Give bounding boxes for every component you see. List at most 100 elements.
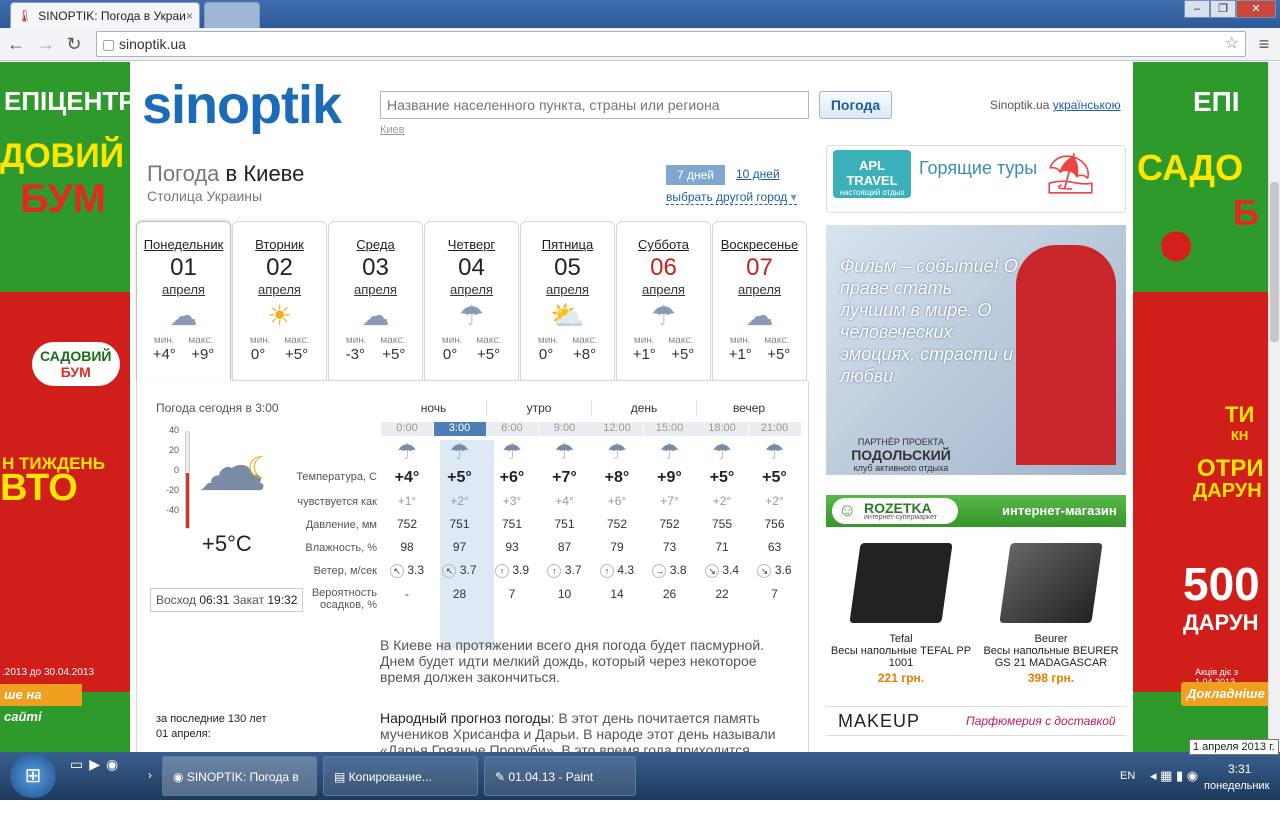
tab-10-days[interactable]: 10 дней [736, 167, 780, 181]
max-temp: +5° [284, 346, 309, 363]
product-price: 398 грн. [1027, 671, 1075, 685]
tours-ad[interactable]: APL TRAVEL настоящий отдых Горящие туры … [826, 145, 1126, 213]
weather-icon: ☀ [266, 300, 293, 331]
day-tab[interactable]: Вторник 02 апреля ☀ мин. макс. 0° +5° [232, 221, 327, 381]
day-tab[interactable]: Четверг 04 апреля ☂ мин. макс. 0° +5° [424, 221, 519, 381]
humidity-cell: 93 [505, 540, 519, 554]
chrome-icon[interactable]: ◉ [106, 756, 124, 772]
max-temp: +5° [767, 346, 791, 363]
left-banner-ad[interactable]: ЕПІЦЕНТР ДОВИЙ БУМ САДОВИЙ БУМ Н ТИЖДЕНЬ… [0, 62, 130, 752]
media-icon[interactable]: ▶ [89, 756, 106, 772]
tours-logo: APL TRAVEL настоящий отдых [833, 150, 911, 198]
clock-time[interactable]: 3:31 [1228, 762, 1251, 776]
close-icon[interactable]: × [186, 9, 193, 23]
time-label[interactable]: 9:00 [538, 422, 591, 436]
wind-speed: 3.8 [669, 563, 687, 577]
change-city-link[interactable]: выбрать другой город ▾ [666, 190, 797, 205]
tray-icons[interactable]: ◂ ▦ ▮ ◉ [1150, 768, 1198, 784]
day-date: 04 [458, 254, 485, 281]
thermometer-fill [186, 473, 189, 528]
time-label[interactable]: 3:00 [433, 422, 486, 436]
precip-label-2: осадков, % [320, 599, 377, 611]
ad-ti: ТИ [1225, 402, 1255, 427]
feels-cell: +2° [450, 494, 469, 508]
desktop-icon[interactable]: ▭ [70, 756, 89, 772]
time-label[interactable]: 6:00 [486, 422, 538, 436]
row-label-humidity: Влажность, % [305, 542, 377, 554]
day-month: апреля [450, 282, 493, 297]
day-month: апреля [546, 282, 589, 297]
row-label-precip: Вероятность осадков, % [273, 587, 377, 611]
forward-button[interactable]: → [34, 32, 58, 56]
start-button[interactable]: ⊞ [10, 754, 56, 798]
min-temp: 0° [538, 346, 554, 363]
page-scrollbar[interactable] [1268, 62, 1280, 752]
day-date: 03 [362, 254, 389, 281]
cloud-rain-icon: ☂ [764, 439, 785, 464]
day-tab[interactable]: Воскресенье 07 апреля ☁ мин. макс. +1° +5° [712, 221, 807, 381]
time-label[interactable]: 12:00 [591, 422, 643, 436]
partner-sub: клуб активного отдыха [853, 463, 949, 473]
maximize-button[interactable]: ❐ [1210, 0, 1236, 18]
rozetka-ad[interactable]: ☺ ROZETKA интернет-супермаркет интернет-… [826, 495, 1126, 527]
wind-speed: 3.7 [459, 563, 477, 577]
ad-otri: ОТРИ [1197, 455, 1264, 482]
day-tab[interactable]: Среда 03 апреля ☁ мин. макс. -3° +5° [328, 221, 423, 381]
product-card[interactable]: Beurer Весы напольные BEURER GS 21 MADAGA… [976, 537, 1126, 687]
smile-icon: ☺ [838, 500, 857, 520]
new-tab-button[interactable] [204, 2, 260, 28]
recent-city-link[interactable]: Киев [380, 124, 405, 136]
tab-7-days[interactable]: 7 дней [666, 165, 725, 185]
taskbar-paint[interactable]: ✎ 01.04.13 - Paint [484, 756, 636, 796]
scale-label: -40 [165, 505, 179, 515]
tours-logo-text: APL TRAVEL [846, 158, 898, 188]
wind-arrow-icon: → [652, 564, 667, 578]
today-panel: Погода сегодня в 3:00 40 20 0 -20 -40 ☁ ☾ +5… [136, 381, 809, 752]
day-tab[interactable]: Понедельник 01 апреля ☁ мин. макс. +4° +9° [136, 221, 231, 381]
pressure-cell: 755 [711, 517, 733, 531]
product-card[interactable]: Tefal Весы напольные TEFAL PP 1001 221 грн… [826, 537, 976, 687]
lang-link[interactable]: українською [1053, 98, 1121, 112]
day-tab[interactable]: Суббота 06 апреля ☂ мин. макс. +1° +5° [616, 221, 711, 381]
scale-label: 40 [168, 425, 179, 435]
ad-500: 500 [1183, 558, 1260, 610]
star-icon[interactable]: ☆ [1225, 32, 1239, 56]
wind-arrow-icon: ↑ [547, 564, 562, 578]
time-label[interactable]: 21:00 [748, 422, 801, 436]
menu-icon[interactable]: ≡ [1252, 32, 1276, 56]
weather-icon: ☁ [169, 300, 198, 331]
search-input[interactable] [380, 91, 809, 119]
wind-arrow-icon: ↑ [599, 564, 614, 578]
wind-arrow-icon: ↑ [494, 564, 509, 578]
row-label-temp: Температура, С [296, 471, 377, 483]
site-logo[interactable]: sinoptik [142, 74, 342, 136]
max-label: макс. [188, 335, 214, 346]
ad-more-button[interactable]: ше на сайті [0, 684, 82, 724]
search-button[interactable]: Погода [819, 91, 892, 119]
feels-cell: +1° [397, 494, 417, 508]
browser-tab[interactable]: 🌡 SINOPTIK: Погода в Украи × [10, 2, 200, 28]
minimize-button[interactable]: – [1184, 0, 1210, 18]
scrollbar-thumb[interactable] [1270, 182, 1279, 342]
movie-banner-ad[interactable]: Фильм – событие! О праве стать лучшим в … [826, 225, 1126, 475]
reload-button[interactable]: ↻ [62, 32, 86, 56]
makeup-tag: Парфюмерия с доставкой [966, 714, 1116, 728]
chevron-right-icon[interactable]: › [148, 768, 152, 782]
time-label[interactable]: 15:00 [643, 422, 696, 436]
day-tab[interactable]: Пятница 05 апреля ⛅ мин. макс. 0° +8° [520, 221, 615, 381]
ad-more-button-right[interactable]: Докладніше [1181, 682, 1268, 706]
time-label[interactable]: 18:00 [696, 422, 748, 436]
language-indicator[interactable]: EN [1120, 770, 1135, 782]
taskbar-chrome[interactable]: ◉ SINOPTIK: Погода в ... [162, 756, 317, 824]
humidity-cell: 87 [557, 540, 572, 554]
temp-cell: +7° [552, 469, 577, 486]
chevron-down-icon: ▾ [790, 190, 797, 204]
period-label: день [591, 401, 696, 415]
taskbar-copy[interactable]: ▤ Копирование... [323, 756, 478, 796]
right-banner-ad[interactable]: ЕПІ САДО Б ● ТИ КН ОТРИ ДАРУН 500 ДАРУН … [1133, 62, 1268, 752]
close-window-button[interactable]: ✕ [1236, 0, 1276, 18]
time-label[interactable]: 0:00 [381, 422, 433, 436]
back-button[interactable]: ← [4, 32, 28, 56]
address-bar[interactable]: ▢ sinoptik.ua ☆ [96, 31, 1246, 57]
makeup-ad[interactable]: MAKEUP Парфюмерия с доставкой [826, 706, 1126, 736]
